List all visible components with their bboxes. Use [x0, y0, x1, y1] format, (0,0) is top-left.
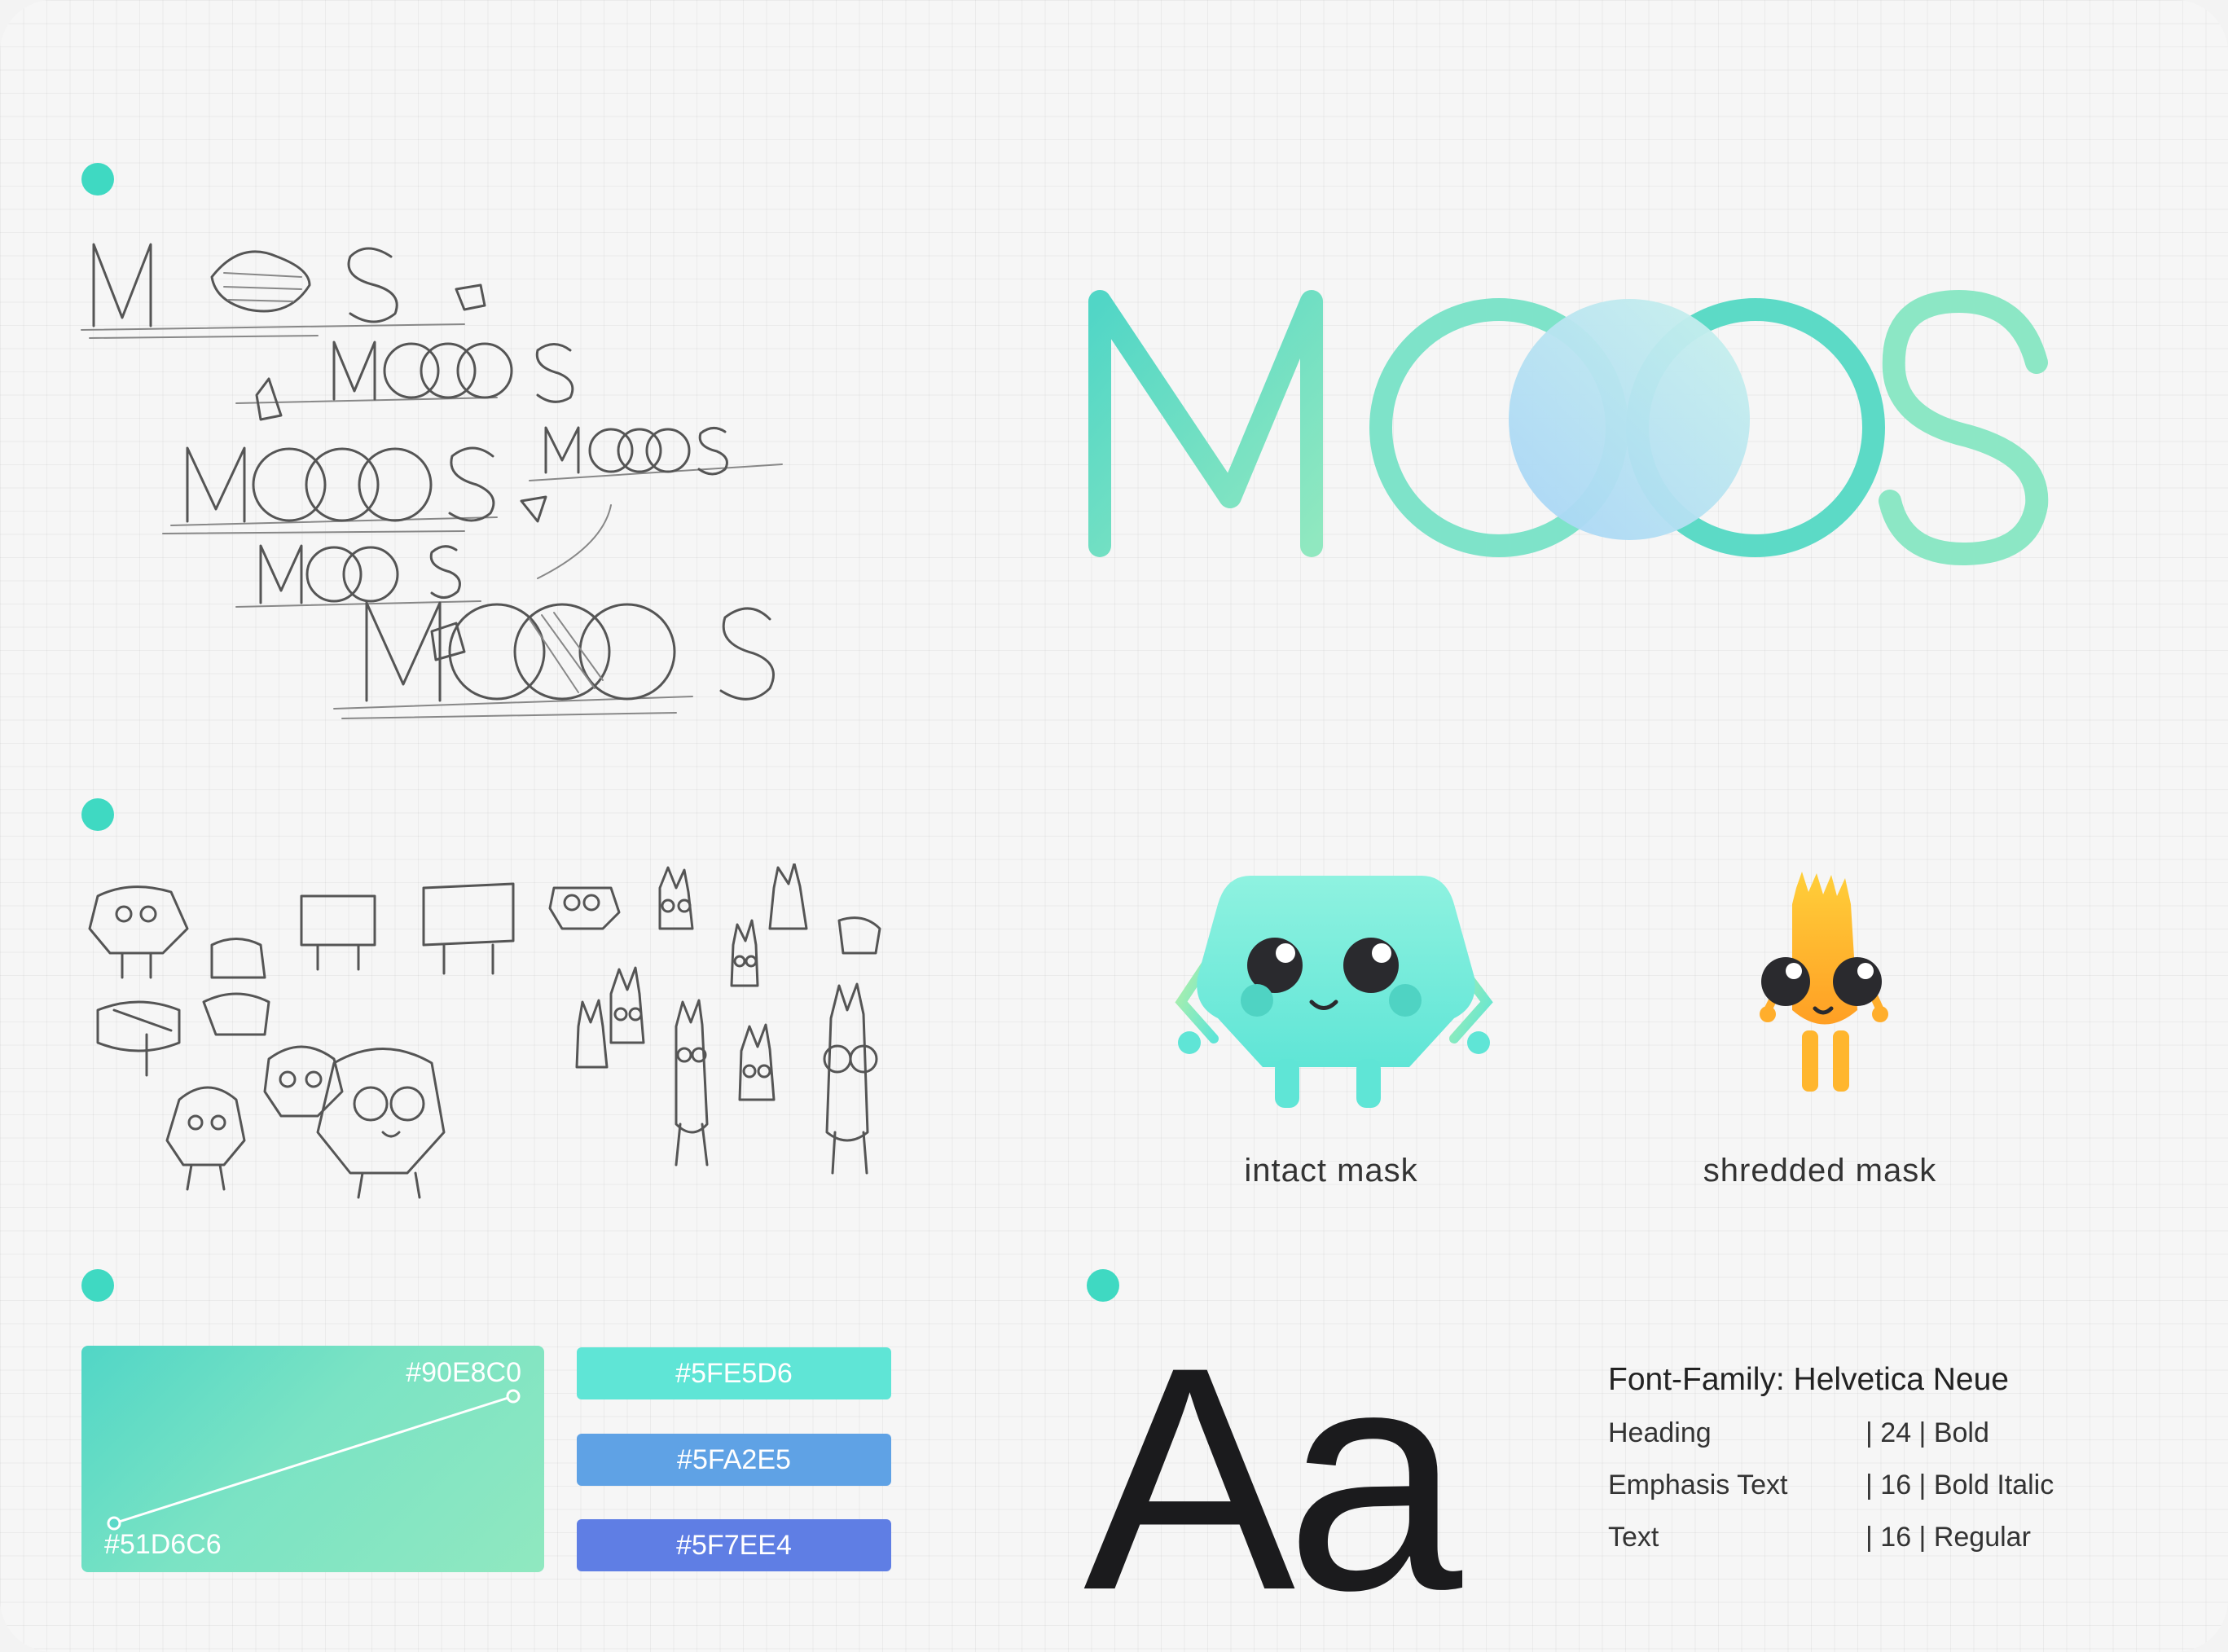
gradient-start-hex: #51D6C6	[104, 1529, 222, 1560]
gradient-swatch: #90E8C0 #51D6C6	[81, 1346, 544, 1572]
section-marker-dot	[1087, 1269, 1119, 1302]
intact-mask-caption: intact mask	[1244, 1153, 1418, 1188]
swatch-teal: #5FE5D6	[577, 1347, 891, 1399]
section-marker-dot	[81, 163, 114, 196]
brand-board: intact mask shredded mask #90E8C0 #51D6C…	[0, 0, 2228, 1652]
sketch-logo-2	[235, 341, 574, 421]
logo-sketches	[81, 243, 783, 719]
intact-mask-character	[1175, 876, 1493, 1108]
sketch-logo-1	[81, 243, 486, 339]
section-marker-dot	[81, 798, 114, 831]
logo-letter-m	[1088, 290, 1323, 557]
sketch-logo-3	[162, 446, 547, 534]
gradient-end-hex: #90E8C0	[406, 1357, 521, 1388]
sketch-logo-6	[333, 601, 775, 719]
logo-overlap-circle	[1509, 299, 1750, 540]
type-row-heading-name: Heading	[1608, 1417, 1712, 1448]
type-row-emphasis-spec: | 16 | Bold Italic	[1865, 1470, 2054, 1500]
logo-letter-s	[1879, 290, 2049, 565]
type-row-heading-spec: | 24 | Bold	[1865, 1417, 1989, 1448]
type-sample: Aa	[1083, 1301, 1462, 1652]
shredded-mask-character	[1760, 872, 1888, 1092]
sketch-logo-4	[529, 426, 783, 481]
font-family-label: Font-Family: Helvetica Neue	[1608, 1362, 2009, 1397]
shredded-mask-caption: shredded mask	[1703, 1153, 1937, 1188]
type-row-emphasis-name: Emphasis Text	[1608, 1470, 1788, 1500]
character-sketches	[88, 863, 881, 1199]
type-row-text-spec: | 16 | Regular	[1865, 1522, 2031, 1553]
swatch-blue: #5FA2E5	[577, 1434, 891, 1486]
type-row-text-name: Text	[1608, 1522, 1659, 1553]
swatch-indigo: #5F7EE4	[577, 1519, 891, 1571]
moos-logo	[1088, 290, 2049, 565]
section-marker-dot	[81, 1269, 114, 1302]
